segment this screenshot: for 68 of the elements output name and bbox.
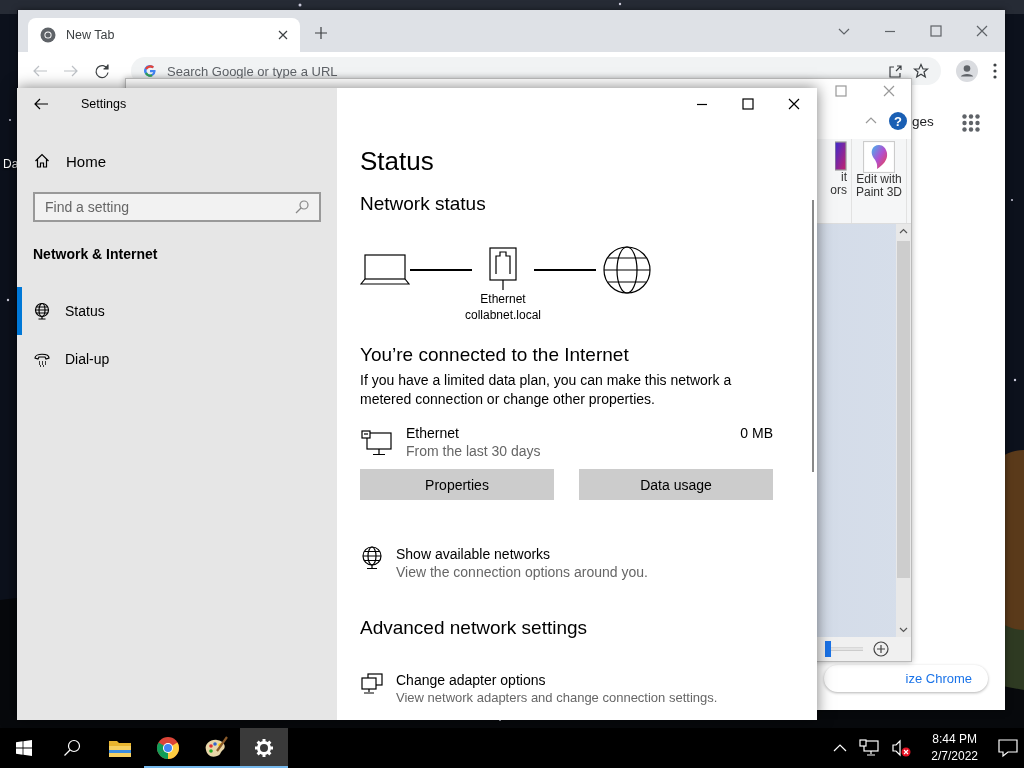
clock[interactable]: 8:44 PM 2/7/2022 [931, 731, 978, 765]
new-tab-icon[interactable] [314, 26, 328, 40]
home-link[interactable]: Home [66, 152, 106, 170]
reload-icon[interactable] [94, 63, 110, 79]
scrollbar[interactable] [812, 200, 814, 472]
scroll-up-icon[interactable] [899, 227, 908, 236]
apps-grid-icon[interactable] [962, 114, 980, 132]
close-icon[interactable] [788, 98, 800, 110]
slider-thumb[interactable] [825, 641, 831, 657]
muted-speaker-icon[interactable] [891, 739, 912, 757]
color-swatch-icon [834, 141, 847, 171]
section-heading: Network & Internet [33, 246, 159, 262]
ribbon-button[interactable]: it ors [824, 139, 852, 223]
ethernet-monitor-icon [360, 429, 394, 457]
folder-icon [108, 738, 132, 758]
section-heading: Network status [360, 192, 487, 216]
maximize-icon[interactable] [742, 98, 754, 110]
windows-logo-icon [16, 740, 32, 756]
share-icon[interactable] [888, 63, 903, 79]
data-amount: 0 MB [740, 425, 773, 441]
search-input[interactable]: Find a setting [45, 199, 295, 215]
gear-icon [254, 738, 274, 758]
google-logo-icon [143, 64, 157, 78]
domain-label: collabnet.local [464, 307, 542, 323]
zoom-in-icon[interactable] [873, 641, 889, 657]
close-icon[interactable] [278, 30, 288, 40]
settings-button[interactable]: Data usage [579, 469, 773, 500]
more-icon[interactable] [993, 63, 997, 79]
window-title: Settings [81, 97, 127, 111]
star-icon[interactable] [913, 63, 929, 79]
link-description: View network adapters and change connection settings. [396, 690, 718, 705]
computer-icon [360, 672, 384, 696]
section-heading: Advanced network settings [360, 616, 589, 640]
laptop-icon [360, 251, 410, 287]
taskbar-button[interactable] [240, 728, 288, 768]
home-icon [34, 153, 50, 169]
link-description: View the connection options around you. [396, 564, 648, 580]
connection-name: Ethernet [406, 425, 460, 441]
connection-heading: You’re connected to the Internet [360, 343, 630, 367]
settings-link[interactable]: Change adapter options [396, 672, 718, 688]
scrollbar-thumb[interactable] [897, 241, 910, 578]
nav-item[interactable]: Dial-up [17, 335, 337, 383]
adapter-label: Ethernet [480, 291, 526, 307]
palette-icon [203, 736, 229, 760]
browser-tab[interactable]: New Tab [28, 18, 300, 52]
scroll-down-icon[interactable] [899, 625, 908, 634]
browser-logo-icon [40, 27, 56, 43]
settings-link[interactable]: Show available networks [396, 546, 648, 562]
description-text: If you have a limited data plan, you can make this network a metered connection or change other properties. [360, 371, 733, 409]
help-button[interactable]: ? [889, 112, 907, 130]
notification-icon[interactable] [998, 738, 1018, 758]
ribbon-button[interactable]: Edit with Paint 3D [855, 139, 907, 223]
ethernet-port-icon [489, 247, 517, 291]
usage-period: From the last 30 days [406, 443, 542, 459]
settings-button[interactable]: Properties [360, 469, 554, 500]
profile-icon[interactable] [956, 60, 978, 82]
customize-button[interactable]: ize Chrome [824, 665, 988, 692]
search-icon[interactable] [295, 200, 309, 214]
back-icon[interactable] [33, 96, 49, 112]
globe-icon [602, 245, 652, 295]
link-text[interactable]: ges [912, 114, 934, 129]
network-icon[interactable] [859, 739, 880, 757]
globe-icon [360, 546, 384, 570]
search-field[interactable]: Find a setting [33, 192, 321, 222]
page-title: Status [360, 145, 435, 177]
browser-logo-icon [156, 736, 180, 760]
globe-icon [33, 302, 51, 320]
search-icon [63, 739, 81, 757]
